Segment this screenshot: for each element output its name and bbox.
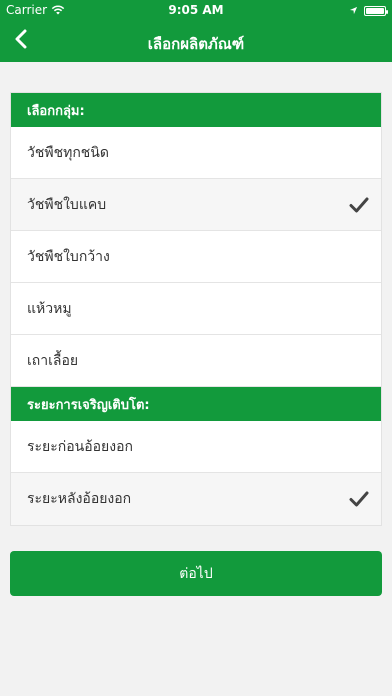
option-label: วัชพืชใบแคบ	[27, 196, 107, 213]
option-row-all-weeds[interactable]: วัชพืชทุกชนิด	[11, 127, 381, 179]
option-row-vine[interactable]: เถาเลื้อย	[11, 335, 381, 387]
option-label: ระยะก่อนอ้อยงอก	[27, 438, 133, 455]
option-label: วัชพืชทุกชนิด	[27, 144, 109, 161]
battery-icon	[364, 6, 388, 16]
option-row-nutsedge[interactable]: แห้วหมู	[11, 283, 381, 335]
option-label: ระยะหลังอ้อยงอก	[27, 491, 132, 507]
option-row-pre-emergence[interactable]: ระยะก่อนอ้อยงอก	[11, 421, 381, 473]
status-time: 9:05 AM	[168, 3, 224, 17]
option-row-narrow-leaf[interactable]: วัชพืชใบแคบ	[11, 179, 381, 231]
option-label: วัชพืชใบกว้าง	[27, 248, 110, 265]
option-row-broad-leaf[interactable]: วัชพืชใบกว้าง	[11, 231, 381, 283]
page-title: เลือกผลิตภัณฑ์	[147, 35, 245, 53]
nav-bar: เลือกผลิตภัณฑ์	[0, 20, 392, 62]
option-label: แห้วหมู	[27, 300, 72, 317]
options-card: เลือกกลุ่ม: วัชพืชทุกชนิด วัชพืชใบแคบ วั…	[10, 92, 382, 526]
status-right	[349, 4, 388, 18]
checkmark-icon	[349, 490, 369, 512]
location-arrow-icon	[349, 4, 358, 18]
section-header-growth-stage: ระยะการเจริญเติบโต:	[11, 387, 381, 421]
battery-level	[366, 8, 384, 14]
option-label: เถาเลื้อย	[27, 352, 79, 369]
option-row-post-emergence[interactable]: ระยะหลังอ้อยงอก	[11, 473, 381, 525]
status-bar: Carrier 9:05 AM	[0, 0, 392, 20]
checkmark-icon	[349, 196, 369, 218]
next-button[interactable]: ต่อไป	[10, 551, 382, 596]
section-header-group: เลือกกลุ่ม:	[11, 93, 381, 127]
